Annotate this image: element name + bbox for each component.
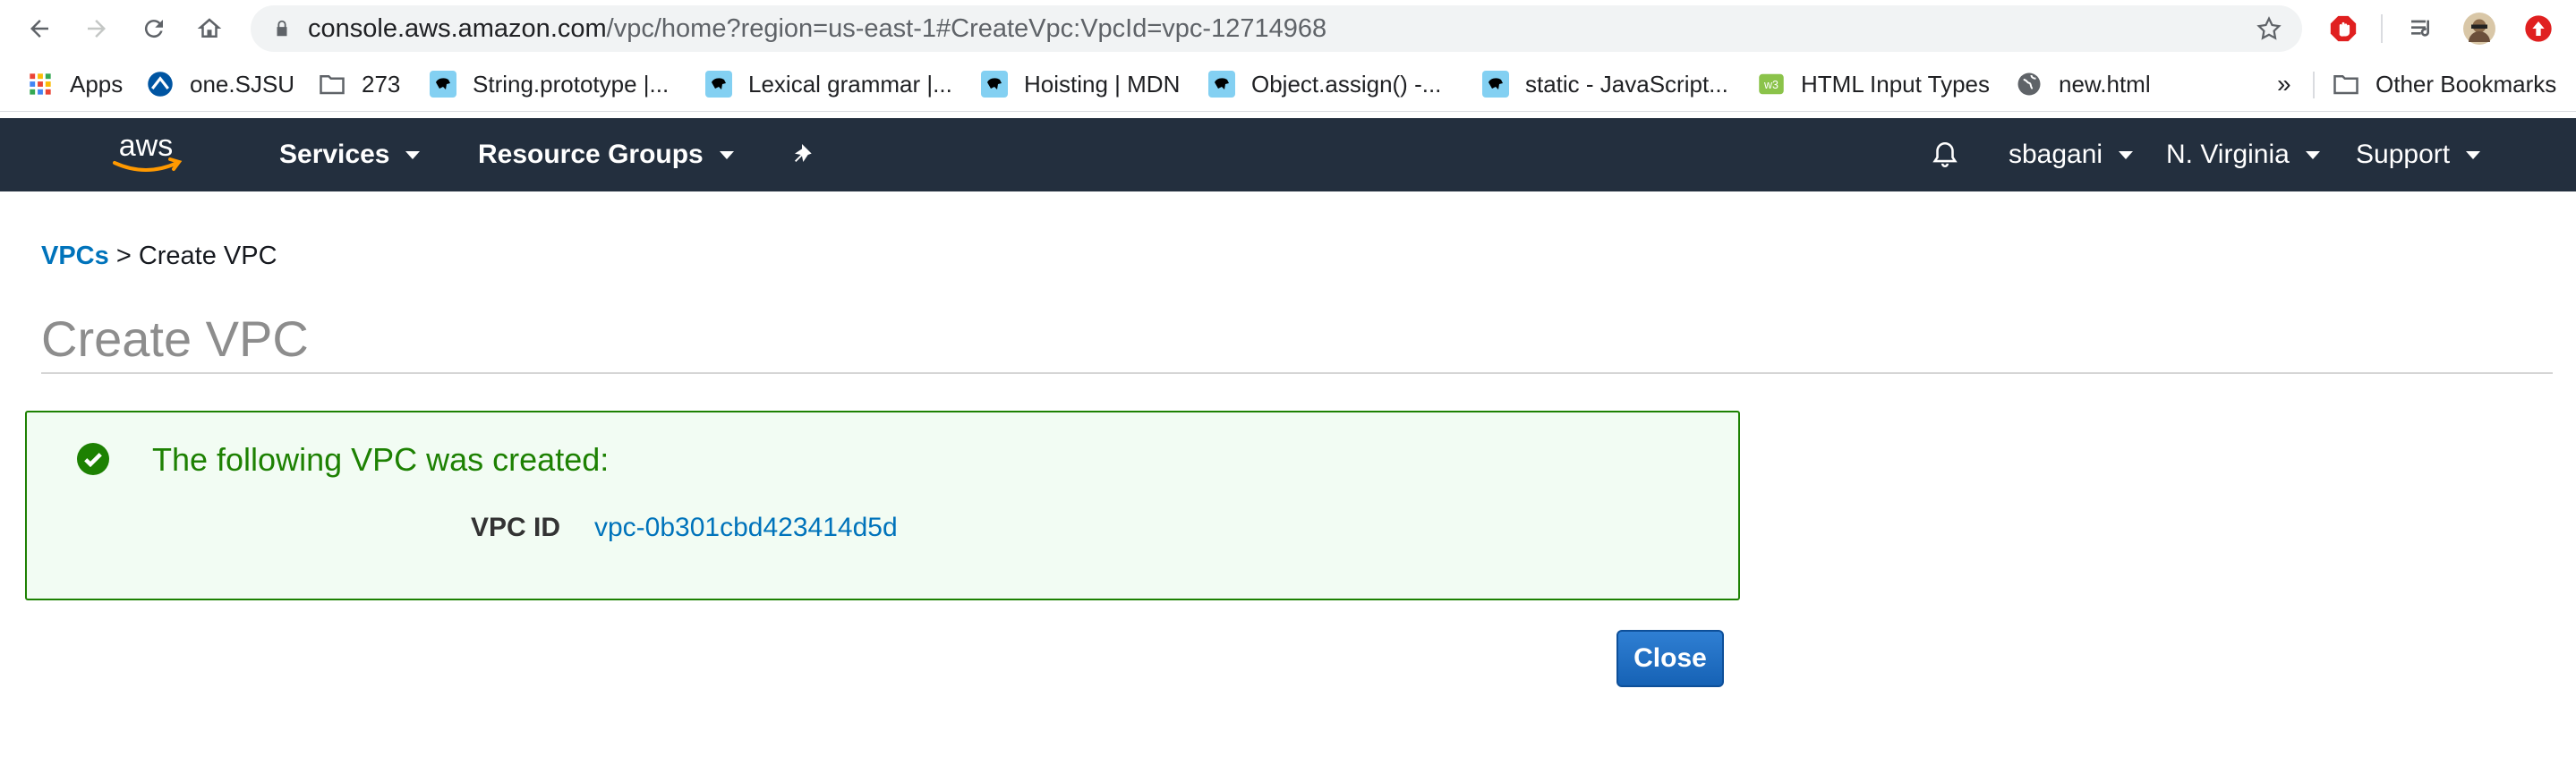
support-menu[interactable]: Support <box>2356 118 2481 191</box>
bookmark-other-bookmarks[interactable]: Other Bookmarks <box>2333 57 2556 111</box>
bookmark-apps[interactable]: Apps <box>27 57 123 111</box>
mdn-icon <box>1482 71 1509 98</box>
services-label: Services <box>279 140 390 169</box>
url-path: /vpc/home?region=us-east-1#CreateVpc:Vpc… <box>606 13 1327 43</box>
breadcrumb-vpcs-link[interactable]: VPCs <box>41 242 109 270</box>
svg-text:w3: w3 <box>1763 79 1778 91</box>
aws-top-nav: aws Services Resource Groups sbagani N. … <box>0 118 2576 191</box>
chevron-down-icon <box>405 150 421 159</box>
breadcrumb: VPCs > Create VPC <box>41 242 277 271</box>
address-bar[interactable]: console.aws.amazon.com/vpc/home?region=u… <box>251 5 2302 52</box>
region-menu[interactable]: N. Virginia <box>2166 118 2320 191</box>
bookmarks-divider <box>2313 72 2315 98</box>
mdn-icon <box>1208 71 1235 98</box>
globe-icon <box>2016 71 2043 98</box>
check-circle-icon <box>77 443 109 475</box>
bookmark-hoisting[interactable]: Hoisting | MDN <box>981 57 1180 111</box>
media-queue-icon[interactable] <box>2406 13 2438 45</box>
update-icon[interactable] <box>2522 13 2555 45</box>
success-alert: The following VPC was created: VPC ID vp… <box>25 411 1740 600</box>
mdn-icon <box>430 71 456 98</box>
bookmark-html-input-types[interactable]: w3 HTML Input Types <box>1758 57 1990 111</box>
support-label: Support <box>2356 140 2451 169</box>
bookmark-new-html[interactable]: new.html <box>2016 57 2151 111</box>
bookmark-label: Apps <box>70 70 124 98</box>
browser-toolbar: console.aws.amazon.com/vpc/home?region=u… <box>0 0 2576 57</box>
page-title: Create VPC <box>41 310 309 367</box>
bookmark-static[interactable]: static - JavaScript... <box>1482 57 1728 111</box>
adblock-icon[interactable] <box>2327 13 2359 45</box>
toolbar-divider <box>2381 14 2383 43</box>
url-text: console.aws.amazon.com/vpc/home?region=u… <box>308 14 1326 44</box>
bookmark-one-sjsu[interactable]: one.SJSU <box>147 57 294 111</box>
title-divider <box>41 372 2553 374</box>
sjsu-icon <box>147 71 174 98</box>
bookmark-star-icon[interactable] <box>2256 15 2282 42</box>
apps-grid-icon <box>27 71 54 98</box>
mdn-icon <box>705 71 732 98</box>
bookmark-label: HTML Input Types <box>1801 70 1990 98</box>
chevron-down-icon <box>2305 150 2320 159</box>
bookmark-label: 273 <box>362 70 401 98</box>
bookmark-lexical-grammar[interactable]: Lexical grammar |... <box>705 57 952 111</box>
bookmark-label: Hoisting | MDN <box>1024 70 1181 98</box>
bookmark-label: Object.assign() -... <box>1251 70 1442 98</box>
resource-groups-menu[interactable]: Resource Groups <box>478 118 734 191</box>
account-menu[interactable]: sbagani <box>2009 118 2134 191</box>
bookmarks-bar: Apps one.SJSU 273 String.prototype |... … <box>0 57 2576 112</box>
home-icon[interactable] <box>192 11 227 47</box>
close-button[interactable]: Close <box>1616 630 1724 687</box>
mdn-icon <box>981 71 1008 98</box>
aws-logo[interactable]: aws <box>106 129 186 179</box>
lock-icon <box>277 20 287 37</box>
account-label: sbagani <box>2009 140 2103 169</box>
w3-icon: w3 <box>1758 71 1785 98</box>
success-message: The following VPC was created: <box>152 441 610 478</box>
folder-icon <box>319 71 345 98</box>
chevron-down-icon <box>2466 150 2481 159</box>
back-icon[interactable] <box>21 11 57 47</box>
breadcrumb-separator: > <box>115 242 132 270</box>
region-label: N. Virginia <box>2166 140 2290 169</box>
bell-icon[interactable] <box>1930 118 1960 191</box>
url-domain: console.aws.amazon.com <box>308 13 607 43</box>
profile-avatar[interactable] <box>2463 13 2495 45</box>
bookmark-273[interactable]: 273 <box>319 57 400 111</box>
vpc-id-label: VPC ID <box>471 513 561 542</box>
reload-icon[interactable] <box>136 11 172 47</box>
pin-icon[interactable] <box>791 118 820 191</box>
bookmark-label: one.SJSU <box>190 70 295 98</box>
bookmark-label: static - JavaScript... <box>1525 70 1728 98</box>
chevron-down-icon <box>719 150 734 159</box>
bookmark-label: String.prototype |... <box>473 70 670 98</box>
bookmark-label: Lexical grammar |... <box>748 70 952 98</box>
chevron-down-icon <box>2119 150 2134 159</box>
breadcrumb-current: Create VPC <box>138 242 277 270</box>
services-menu[interactable]: Services <box>279 118 421 191</box>
bookmark-label: new.html <box>2059 70 2151 98</box>
bookmark-label: Other Bookmarks <box>2376 70 2557 98</box>
bookmark-object-assign[interactable]: Object.assign() -... <box>1208 57 1441 111</box>
forward-icon[interactable] <box>79 11 115 47</box>
folder-icon <box>2333 71 2359 98</box>
resource-groups-label: Resource Groups <box>478 140 704 169</box>
bookmarks-overflow[interactable]: » <box>2277 57 2291 111</box>
bookmark-string-prototype[interactable]: String.prototype |... <box>430 57 669 111</box>
aws-logo-text: aws <box>119 131 173 163</box>
vpc-id-link[interactable]: vpc-0b301cbd423414d5d <box>594 513 898 543</box>
